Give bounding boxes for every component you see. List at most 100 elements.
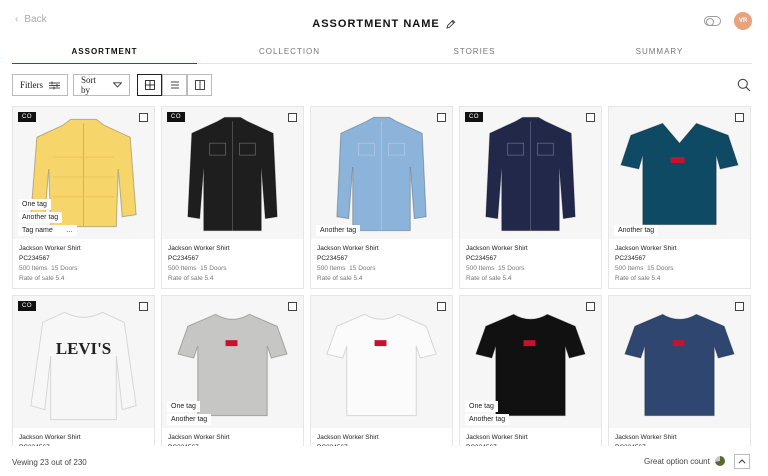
tag[interactable]: Another tag	[18, 212, 63, 223]
product-image-area	[311, 296, 452, 428]
select-checkbox[interactable]	[288, 302, 297, 311]
select-checkbox[interactable]	[735, 302, 744, 311]
product-sku: PC234567	[615, 443, 747, 446]
product-card[interactable]: One tag Another tag Jackson Worker Shirt …	[459, 295, 602, 446]
select-checkbox[interactable]	[437, 113, 446, 122]
product-name: Jackson Worker Shirt	[466, 434, 528, 441]
select-checkbox[interactable]	[586, 302, 595, 311]
product-name: Jackson Worker Shirt	[615, 434, 677, 441]
pie-chart-icon	[714, 456, 725, 466]
product-card[interactable]: CO One tag Another tag Tag name... Jackson…	[12, 106, 155, 289]
grid-icon	[144, 80, 155, 90]
filters-label: Fitlers	[20, 80, 44, 90]
more-tags-indicator[interactable]: ...	[67, 227, 73, 234]
list-view-button[interactable]	[162, 74, 187, 96]
product-name: Jackson Worker Shirt	[168, 245, 230, 252]
product-sku: PC234567	[168, 443, 300, 446]
product-card[interactable]: LEVI'S CO Jackson Worker Shirt PC234567 …	[12, 295, 155, 446]
view-toggle[interactable]	[704, 16, 721, 26]
split-view-button[interactable]	[187, 74, 212, 96]
product-image-area	[609, 296, 750, 428]
page-title: ASSORTMENT NAME	[312, 18, 440, 30]
select-checkbox[interactable]	[735, 113, 744, 122]
product-name: Jackson Worker Shirt	[168, 434, 230, 441]
rate-of-sale: Rate of sale 5.4	[615, 275, 661, 282]
select-checkbox[interactable]	[139, 302, 148, 311]
garment-print: LEVI'S	[56, 339, 111, 358]
page-title-group: ASSORTMENT NAME	[312, 18, 455, 30]
tag[interactable]: One tag	[465, 401, 498, 412]
co-badge: CO	[18, 112, 36, 122]
tab-collection[interactable]: COLLECTION	[197, 42, 382, 63]
product-sku: PC234567	[317, 255, 348, 262]
product-name: Jackson Worker Shirt	[19, 434, 81, 441]
select-checkbox[interactable]	[288, 113, 297, 122]
tag[interactable]: Another tag	[465, 414, 510, 425]
product-card[interactable]: Another tag Jackson Worker Shirt PC23456…	[310, 106, 453, 289]
tag[interactable]: Another tag	[167, 414, 212, 425]
top-bar: ‹ Back ASSORTMENT NAME VR	[0, 0, 768, 42]
product-sku: PC234567	[466, 255, 497, 262]
product-sku: PC234567	[615, 255, 646, 262]
product-card[interactable]: CO Jackson Worker Shirt PC234567 500 Ite…	[459, 106, 602, 289]
columns-icon	[194, 80, 205, 90]
tag-list: Another tag	[316, 225, 361, 236]
product-info: Jackson Worker Shirt PC234567 500 Items …	[466, 244, 598, 284]
product-sku: PC234567	[168, 255, 199, 262]
sort-by-button[interactable]: Sort by	[73, 74, 130, 96]
product-name: Jackson Worker Shirt	[466, 245, 528, 252]
product-stock: 500 Items 15 Doors	[19, 264, 151, 274]
product-grid: CO One tag Another tag Tag name... Jackson…	[12, 106, 752, 446]
tag-list: One tag Another tag Tag name...	[18, 199, 77, 236]
tab-stories[interactable]: STORIES	[382, 42, 567, 63]
product-image-area: Another tag	[609, 107, 750, 239]
result-count: Vewing 23 out of 230	[12, 458, 87, 467]
co-badge: CO	[465, 112, 483, 122]
avatar[interactable]: VR	[734, 12, 752, 30]
rate-of-sale: Rate of sale 5.4	[19, 275, 65, 282]
product-info: Jackson Worker Shirt PC234567 500 Items …	[615, 433, 747, 446]
select-checkbox[interactable]	[586, 113, 595, 122]
doors-count: 15 Doors	[349, 265, 376, 272]
product-info: Jackson Worker Shirt PC234567 500 Items …	[317, 244, 449, 284]
grid-view-button[interactable]	[137, 74, 162, 96]
filters-button[interactable]: Fitlers	[12, 74, 68, 96]
items-count: 500 Items	[615, 265, 644, 272]
tag[interactable]: Tag name...	[18, 225, 77, 236]
rate-of-sale: Rate of sale 5.4	[317, 275, 363, 282]
title-area: ASSORTMENT NAME	[0, 14, 768, 32]
chevron-up-icon	[738, 459, 746, 464]
select-checkbox[interactable]	[437, 302, 446, 311]
product-card[interactable]: Jackson Worker Shirt PC234567 500 Items …	[310, 295, 453, 446]
product-image	[485, 116, 576, 232]
product-image	[624, 313, 735, 417]
option-count: Great option count	[644, 456, 725, 466]
product-image: LEVI'S	[30, 311, 137, 421]
product-info: Jackson Worker Shirt PC234567 500 Items …	[19, 433, 151, 446]
product-card[interactable]: CO Jackson Worker Shirt PC234567 500 Ite…	[161, 106, 304, 289]
tag[interactable]: Another tag	[614, 225, 659, 236]
product-name: Jackson Worker Shirt	[615, 245, 677, 252]
product-info: Jackson Worker Shirt PC234567 500 Items …	[19, 244, 151, 284]
tag[interactable]: Another tag	[316, 225, 361, 236]
product-card[interactable]: Another tag Jackson Worker Shirt PC23456…	[608, 106, 751, 289]
tab-summary[interactable]: SUMMARY	[567, 42, 752, 63]
product-image-area: CO One tag Another tag Tag name...	[13, 107, 154, 239]
select-checkbox[interactable]	[139, 113, 148, 122]
sliders-icon	[49, 81, 60, 89]
search-icon[interactable]	[737, 78, 751, 92]
tag[interactable]: One tag	[167, 401, 200, 412]
tab-assortment[interactable]: ASSORTMENT	[12, 42, 197, 64]
product-card[interactable]: Jackson Worker Shirt PC234567 500 Items …	[608, 295, 751, 446]
option-count-label: Great option count	[644, 456, 710, 466]
product-card[interactable]: One tag Another tag Jackson Worker Shirt …	[161, 295, 304, 446]
product-sku: PC234567	[19, 255, 50, 262]
toolbar: Fitlers Sort by	[12, 74, 757, 96]
product-image	[326, 313, 437, 417]
scroll-up-button[interactable]	[734, 454, 750, 469]
tag-list: One tag Another tag	[465, 401, 510, 425]
co-badge: CO	[167, 112, 185, 122]
product-image-area: Another tag	[311, 107, 452, 239]
tag[interactable]: One tag	[18, 199, 51, 210]
pencil-icon[interactable]	[446, 19, 456, 29]
